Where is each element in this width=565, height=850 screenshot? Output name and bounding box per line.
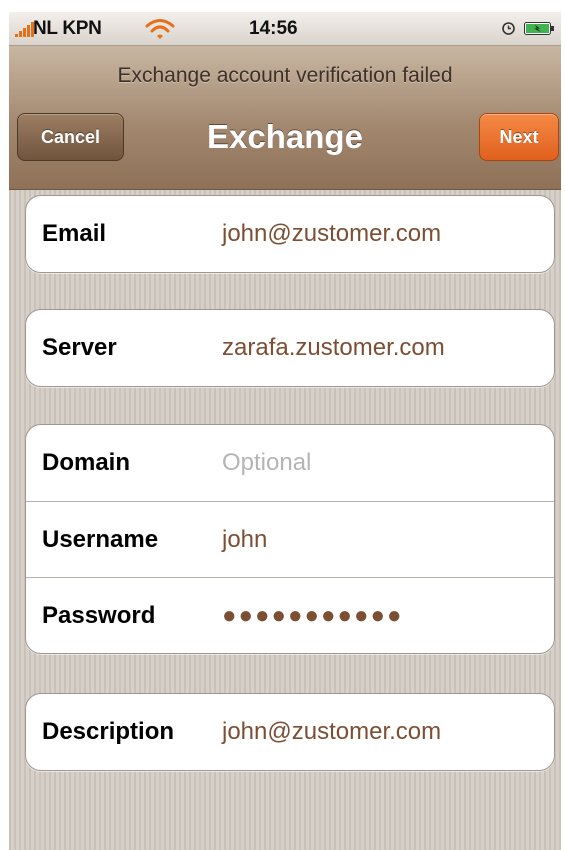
battery-icon: [524, 22, 554, 35]
password-label: Password: [42, 601, 156, 629]
password-row[interactable]: Password ●●●●●●●●●●●: [26, 577, 554, 653]
username-field[interactable]: john: [222, 526, 267, 554]
description-label: Description: [42, 718, 175, 745]
navigation-bar: Exchange account verification failed Can…: [9, 46, 561, 190]
status-bar: NL KPN 14:56: [9, 12, 561, 46]
credentials-group: Domain Optional Username john Password ●…: [25, 424, 555, 654]
email-label: Email: [42, 220, 107, 247]
server-group: Server zarafa.zustomer.com: [25, 309, 555, 387]
username-row[interactable]: Username john: [26, 501, 554, 577]
description-row[interactable]: Description john@zustomer.com: [26, 694, 554, 770]
description-field[interactable]: john@zustomer.com: [222, 718, 441, 746]
alarm-icon: [502, 22, 515, 35]
email-row[interactable]: Email john@zustomer.com: [26, 196, 554, 272]
screen: NL KPN 14:56 Exchange account verificati…: [9, 12, 561, 850]
domain-field[interactable]: Optional: [222, 449, 311, 477]
domain-row[interactable]: Domain Optional: [26, 425, 554, 501]
server-row[interactable]: Server zarafa.zustomer.com: [26, 310, 554, 386]
verification-prompt: Exchange account verification failed: [117, 64, 453, 87]
clock: 14:56: [249, 18, 298, 39]
username-label: Username: [42, 525, 159, 553]
domain-label: Domain: [42, 449, 131, 476]
description-group: Description john@zustomer.com: [25, 693, 555, 771]
server-field[interactable]: zarafa.zustomer.com: [222, 334, 445, 362]
next-button[interactable]: Next: [479, 113, 559, 161]
email-field[interactable]: john@zustomer.com: [222, 220, 441, 248]
server-label: Server: [42, 334, 117, 361]
password-field[interactable]: ●●●●●●●●●●●: [222, 602, 403, 630]
email-group: Email john@zustomer.com: [25, 195, 555, 273]
carrier-name: NL KPN: [33, 18, 102, 39]
wifi-icon: [145, 19, 175, 39]
